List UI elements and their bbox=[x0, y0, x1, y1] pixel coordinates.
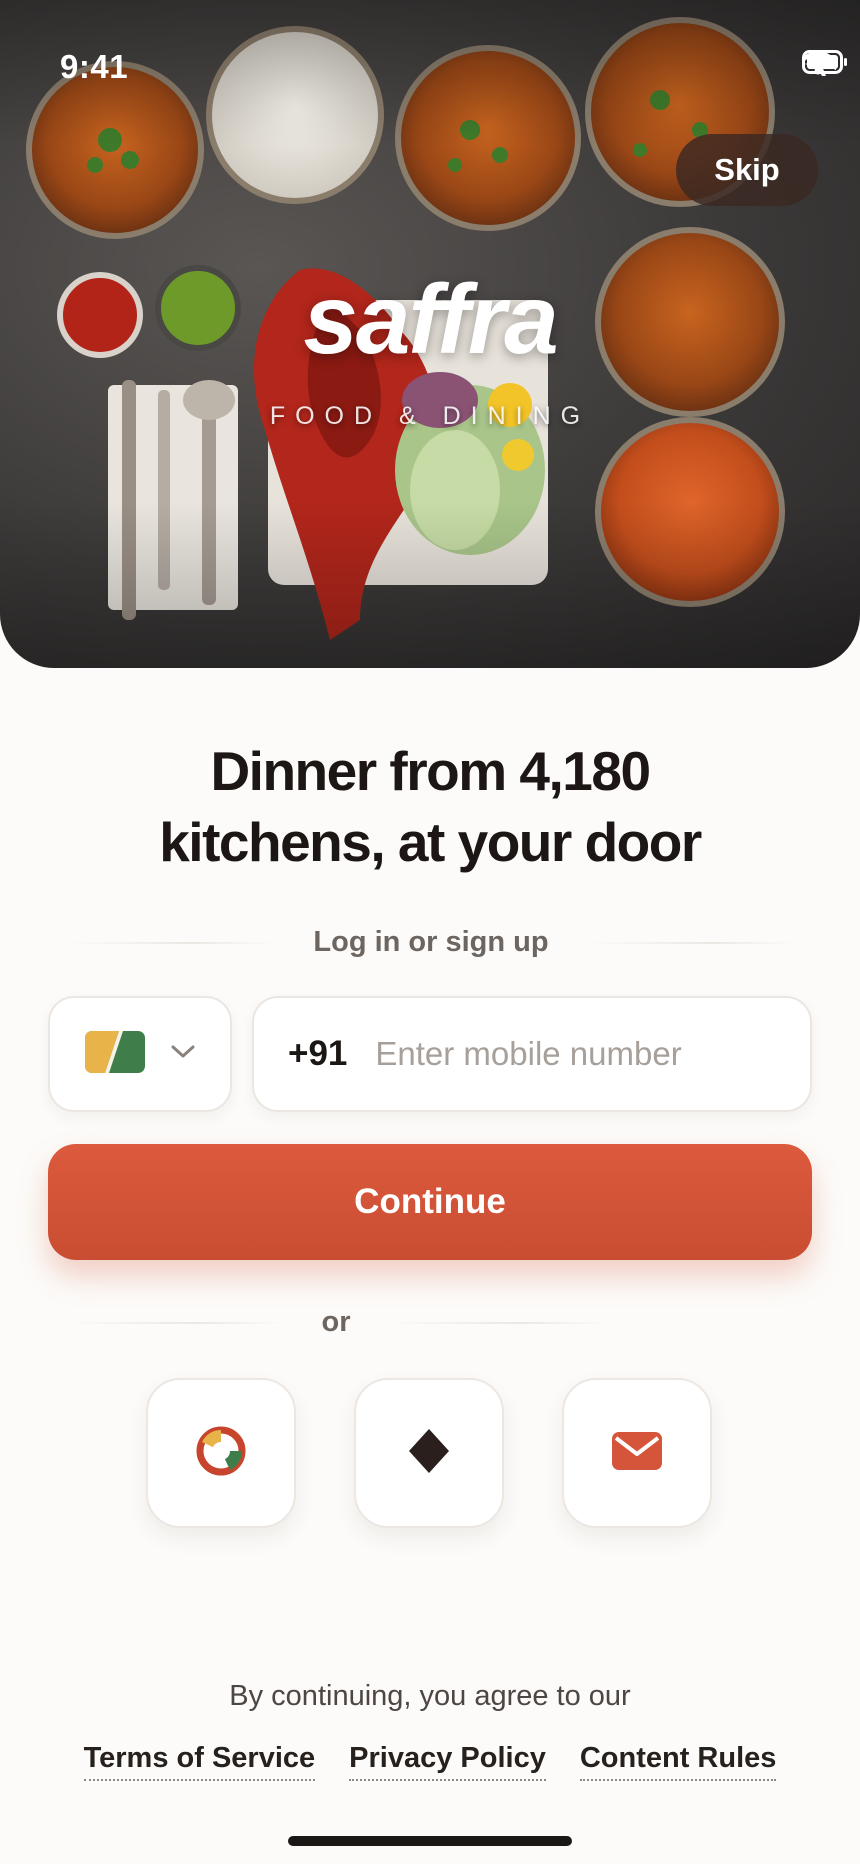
divider-line bbox=[66, 1321, 284, 1324]
phone-number-field[interactable]: +91 bbox=[252, 996, 812, 1112]
alt-login-divider: or bbox=[66, 1306, 606, 1339]
mobile-number-input[interactable] bbox=[375, 1035, 810, 1073]
privacy-policy-link[interactable]: Privacy Policy bbox=[349, 1742, 546, 1781]
brand-tagline: FOOD & DINING bbox=[269, 402, 591, 430]
continue-button[interactable]: Continue bbox=[48, 1144, 812, 1260]
apple-login-button[interactable] bbox=[354, 1378, 504, 1528]
chevron-down-icon bbox=[171, 1045, 195, 1064]
home-indicator bbox=[288, 1836, 572, 1846]
google-login-button[interactable] bbox=[146, 1378, 296, 1528]
divider-line bbox=[388, 1321, 606, 1324]
alt-login-divider-label: or bbox=[321, 1306, 351, 1338]
google-icon bbox=[194, 1424, 248, 1483]
skip-button[interactable]: Skip bbox=[676, 134, 818, 206]
content-rules-link[interactable]: Content Rules bbox=[579, 1742, 777, 1781]
hero-banner: 9:41 Skip saffra FOOD & DINING bbox=[0, 0, 860, 668]
divider-line bbox=[586, 941, 796, 944]
dial-code: +91 bbox=[288, 1034, 348, 1073]
headline-line-2: kitchens, at your door bbox=[159, 811, 702, 873]
apple-icon bbox=[407, 1427, 451, 1480]
login-divider: Log in or sign up bbox=[66, 926, 796, 959]
country-selector[interactable] bbox=[48, 996, 232, 1112]
headline-line-1: Dinner from 4,180 bbox=[210, 740, 651, 802]
email-login-button[interactable] bbox=[562, 1378, 712, 1528]
country-flag-icon bbox=[85, 1030, 145, 1078]
legal-links: Terms of Service Privacy Policy Content … bbox=[0, 1742, 860, 1781]
status-time: 9:41 bbox=[60, 48, 129, 85]
brand-logo: saffra FOOD & DINING bbox=[0, 270, 860, 431]
brand-name: saffra bbox=[303, 264, 558, 374]
terms-of-service-link[interactable]: Terms of Service bbox=[83, 1742, 316, 1781]
legal-intro: By continuing, you agree to our bbox=[229, 1680, 631, 1712]
email-icon bbox=[611, 1431, 663, 1476]
divider-line bbox=[66, 941, 276, 944]
page-title: Dinner from 4,180 kitchens, at your door bbox=[0, 736, 860, 878]
login-divider-label: Log in or sign up bbox=[313, 926, 549, 958]
